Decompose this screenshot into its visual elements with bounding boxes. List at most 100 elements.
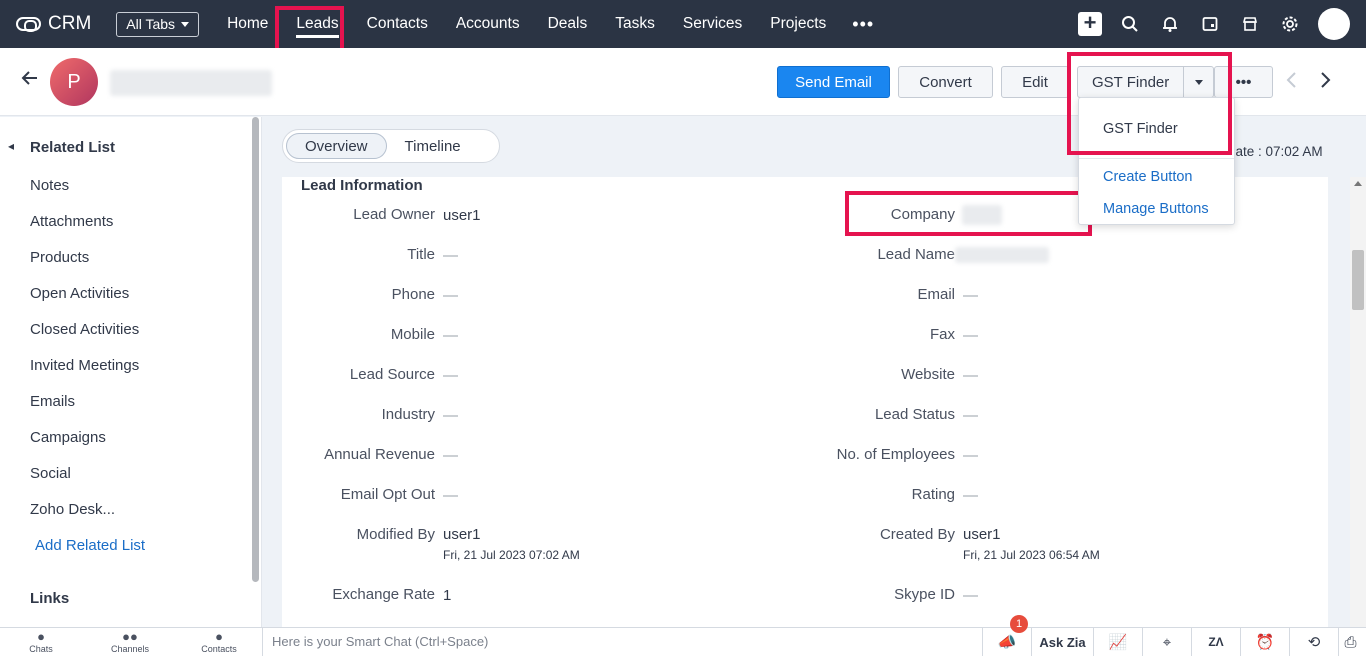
last-update-text: date : 07:02 AM <box>1228 144 1323 159</box>
all-tabs-button[interactable]: All Tabs <box>116 11 200 37</box>
field-label-lead-name: Lead Name <box>877 246 955 263</box>
tab-home[interactable]: Home <box>213 0 282 48</box>
sidebar-scrollbar[interactable] <box>252 117 259 582</box>
related-item-campaigns[interactable]: Campaigns <box>30 429 106 446</box>
field-value-skype-id[interactable]: — <box>963 587 978 604</box>
zia-icon[interactable]: ZΛ <box>1191 628 1240 656</box>
channels-label: Channels <box>110 644 150 654</box>
field-value-annual-revenue[interactable]: — <box>443 447 458 464</box>
smart-chat-input[interactable]: Here is your Smart Chat (Ctrl+Space) <box>262 628 980 656</box>
tab-services[interactable]: Services <box>669 0 756 48</box>
field-value-fax[interactable]: — <box>963 327 978 344</box>
chevron-down-icon <box>181 21 190 27</box>
field-value-modified-time: Fri, 21 Jul 2023 07:02 AM <box>443 548 580 562</box>
related-item-products[interactable]: Products <box>30 249 89 266</box>
tab-accounts[interactable]: Accounts <box>442 0 534 48</box>
collapse-icon[interactable]: ◂ <box>8 139 14 153</box>
back-arrow-icon[interactable] <box>20 68 40 94</box>
related-item-notes[interactable]: Notes <box>30 177 69 194</box>
channels-button[interactable]: ●● Channels <box>100 629 160 655</box>
field-value-email[interactable]: — <box>963 287 978 304</box>
alarm-clock-icon[interactable]: ⏰ <box>1240 628 1289 656</box>
main-scrollbar[interactable] <box>1350 177 1366 627</box>
bottom-bar: ● Chats ●● Channels ● Contacts Here is y… <box>0 615 1366 656</box>
history-icon[interactable]: ⟲ <box>1289 628 1338 656</box>
field-value-lead-status[interactable]: — <box>963 407 978 424</box>
create-button-link[interactable]: Create Button <box>1103 169 1192 185</box>
contacts-label: Contacts <box>201 644 237 654</box>
field-value-lead-name-redacted[interactable] <box>955 247 1049 263</box>
field-value-email-opt-out[interactable]: — <box>443 487 458 504</box>
tab-tasks[interactable]: Tasks <box>601 0 669 48</box>
field-value-lead-source[interactable]: — <box>443 367 458 384</box>
gst-finder-dropdown-menu: GST Finder Create Button Manage Buttons <box>1078 97 1235 225</box>
tab-leads[interactable]: Leads <box>282 0 352 48</box>
manage-buttons-link[interactable]: Manage Buttons <box>1103 201 1209 217</box>
tab-timeline[interactable]: Timeline <box>387 133 479 159</box>
gear-icon[interactable] <box>1270 0 1310 48</box>
pin-icon[interactable]: ⌖ <box>1142 628 1191 656</box>
field-label-skype-id: Skype ID <box>894 586 955 603</box>
scroll-up-icon[interactable] <box>1354 181 1362 186</box>
convert-button[interactable]: Convert <box>898 66 993 98</box>
gst-finder-split-button: GST Finder <box>1077 66 1215 98</box>
crm-logo[interactable]: CRM <box>16 13 91 35</box>
field-value-rating[interactable]: — <box>963 487 978 504</box>
tab-deals[interactable]: Deals <box>534 0 602 48</box>
field-value-exchange-rate[interactable]: 1 <box>443 587 451 604</box>
next-record-icon[interactable] <box>1318 70 1332 96</box>
profile-avatar[interactable] <box>1318 8 1350 40</box>
add-related-list-link[interactable]: Add Related List <box>35 537 145 554</box>
edit-button[interactable]: Edit <box>1001 66 1069 98</box>
related-item-emails[interactable]: Emails <box>30 393 75 410</box>
related-list-title: Related List <box>30 139 116 156</box>
bell-icon[interactable] <box>1150 0 1190 48</box>
field-value-industry[interactable]: — <box>443 407 458 424</box>
field-value-no-of-employees[interactable]: — <box>963 447 978 464</box>
gst-finder-dropdown-toggle[interactable] <box>1184 66 1215 98</box>
ask-zia-button[interactable]: Ask Zia <box>1031 628 1093 656</box>
module-tabs: Home Leads Contacts Accounts Deals Tasks… <box>213 0 840 48</box>
related-item-social[interactable]: Social <box>30 465 71 482</box>
field-value-lead-owner[interactable]: user1 <box>443 207 481 224</box>
related-item-open-activities[interactable]: Open Activities <box>30 285 129 302</box>
store-icon[interactable] <box>1230 0 1270 48</box>
print-icon[interactable]: ⎙ <box>1338 628 1362 656</box>
related-item-closed-activities[interactable]: Closed Activities <box>30 321 139 338</box>
more-actions-button[interactable]: ••• <box>1214 66 1273 98</box>
field-label-created-by: Created By <box>879 526 955 543</box>
dropdown-item-gst-finder[interactable]: GST Finder <box>1103 121 1178 137</box>
tab-overview[interactable]: Overview <box>286 133 387 159</box>
chats-button[interactable]: ● Chats <box>11 630 71 655</box>
search-icon[interactable] <box>1110 0 1150 48</box>
related-item-invited-meetings[interactable]: Invited Meetings <box>30 357 139 374</box>
contacts-button[interactable]: ● Contacts <box>189 629 249 655</box>
bottom-tools: 📣 Ask Zia 📈 ⌖ ZΛ ⏰ ⟲ ⎙ <box>982 628 1362 656</box>
create-button[interactable]: + <box>1070 0 1110 48</box>
related-list-sidebar: ◂ Related List Notes Attachments Product… <box>0 117 262 627</box>
field-value-website[interactable]: — <box>963 367 978 384</box>
related-item-attachments[interactable]: Attachments <box>30 213 113 230</box>
related-item-zoho-desk[interactable]: Zoho Desk... <box>30 501 115 518</box>
announcement-icon[interactable]: 📣 <box>982 628 1031 656</box>
gst-finder-button[interactable]: GST Finder <box>1077 66 1185 98</box>
field-value-modified-by[interactable]: user1 <box>443 526 481 543</box>
field-value-created-by[interactable]: user1 <box>963 526 1001 543</box>
app-name: CRM <box>48 13 92 34</box>
tab-projects[interactable]: Projects <box>756 0 840 48</box>
more-tabs-button[interactable]: ••• <box>840 14 886 35</box>
previous-record-icon[interactable] <box>1285 70 1299 96</box>
analytics-icon[interactable]: 📈 <box>1093 628 1142 656</box>
plus-icon: + <box>1078 12 1102 36</box>
field-label-phone: Phone <box>391 286 435 303</box>
field-value-company-redacted[interactable] <box>962 205 1002 225</box>
send-email-button[interactable]: Send Email <box>777 66 890 98</box>
field-value-phone[interactable]: — <box>443 287 458 304</box>
people-icon: ●● <box>122 629 138 644</box>
tab-contacts[interactable]: Contacts <box>353 0 442 48</box>
scroll-thumb[interactable] <box>1352 250 1364 310</box>
field-value-title[interactable]: — <box>443 247 458 264</box>
person-icon: ● <box>215 629 223 644</box>
field-value-mobile[interactable]: — <box>443 327 458 344</box>
calendar-icon[interactable] <box>1190 0 1230 48</box>
